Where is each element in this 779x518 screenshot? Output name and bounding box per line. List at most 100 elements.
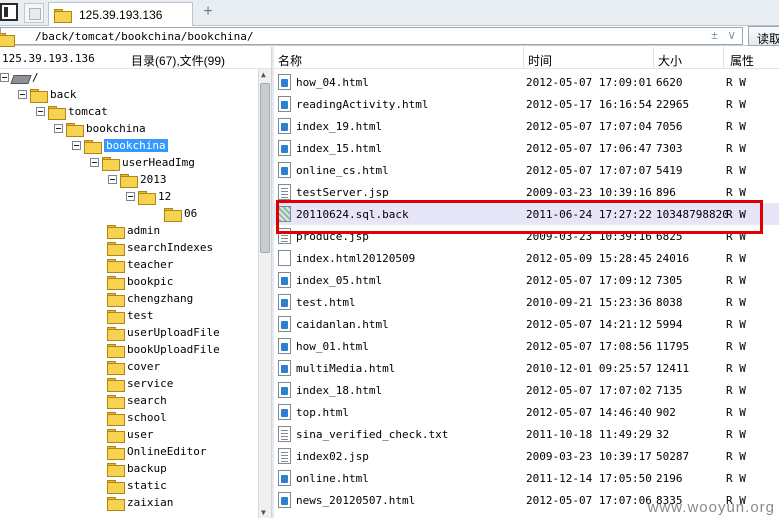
- file-attr: R W: [726, 296, 746, 309]
- tree-node[interactable]: OnlineEditor: [107, 443, 206, 460]
- tree-node[interactable]: backup: [107, 460, 167, 477]
- blank-tab-icon[interactable]: [24, 3, 44, 23]
- file-attr: R W: [726, 428, 746, 441]
- tree-node[interactable]: service: [107, 375, 173, 392]
- col-name[interactable]: 名称: [278, 52, 302, 69]
- tree-node[interactable]: userUploadFile: [107, 324, 220, 341]
- tree-node[interactable]: bookchina: [72, 137, 168, 154]
- file-row[interactable]: index02.jsp 2009-03-23 10:39:17 50287 R W: [274, 445, 779, 467]
- tree-node[interactable]: /: [0, 69, 39, 86]
- tree-node[interactable]: search: [107, 392, 167, 409]
- file-size: 7303: [656, 142, 683, 155]
- tree-node[interactable]: chengzhang: [107, 290, 193, 307]
- file-time: 2012-05-07 17:07:07: [526, 164, 652, 177]
- folder-icon: [84, 139, 102, 154]
- collapse-icon[interactable]: [18, 90, 27, 99]
- tree-node[interactable]: 06: [164, 205, 197, 222]
- scroll-thumb[interactable]: [260, 83, 270, 253]
- tree-scrollbar[interactable]: ▲ ▼: [258, 69, 271, 518]
- file-name: sina_verified_check.txt: [296, 428, 449, 441]
- file-icon: [278, 316, 291, 332]
- file-icon: [278, 492, 291, 508]
- tree-node[interactable]: searchIndexes: [107, 239, 213, 256]
- file-row[interactable]: test.html 2010-09-21 15:23:36 8038 R W: [274, 291, 779, 313]
- tree-node[interactable]: zaixian: [107, 494, 173, 511]
- tree-node[interactable]: userHeadImg: [90, 154, 195, 171]
- col-attr[interactable]: 属性: [730, 52, 754, 69]
- tree-node[interactable]: teacher: [107, 256, 173, 273]
- watermark: www.wooyun.org: [647, 499, 775, 516]
- scroll-down-icon[interactable]: ▼: [261, 508, 266, 517]
- file-size: 7056: [656, 120, 683, 133]
- tree-node[interactable]: bookchina: [54, 120, 146, 137]
- file-row[interactable]: how_04.html 2012-05-07 17:09:01 6620 R W: [274, 71, 779, 93]
- file-row[interactable]: multiMedia.html 2010-12-01 09:25:57 12411 R…: [274, 357, 779, 379]
- file-row[interactable]: readingActivity.html 2012-05-17 16:16:54 2…: [274, 93, 779, 115]
- tree-node[interactable]: user: [107, 426, 154, 443]
- folder-icon: [107, 496, 125, 511]
- folder-icon: [107, 479, 125, 494]
- file-row[interactable]: index.html20120509 2012-05-09 15:28:45 240…: [274, 247, 779, 269]
- tree-node[interactable]: tomcat: [36, 103, 108, 120]
- collapse-icon[interactable]: [90, 158, 99, 167]
- file-size: 902: [656, 406, 676, 419]
- chevron-down-icon[interactable]: ∨: [727, 28, 736, 42]
- read-button[interactable]: 读取: [748, 26, 779, 46]
- col-time[interactable]: 时间: [528, 52, 552, 69]
- file-row[interactable]: index_18.html 2012-05-07 17:07:02 7135 R W: [274, 379, 779, 401]
- plus-minus-icon[interactable]: ±: [711, 28, 718, 42]
- file-size: 24016: [656, 252, 690, 265]
- scroll-up-icon[interactable]: ▲: [261, 70, 266, 79]
- tree-node[interactable]: 12: [126, 188, 171, 205]
- file-size: 7135: [656, 384, 683, 397]
- tree-node[interactable]: static: [107, 477, 167, 494]
- collapse-icon[interactable]: [72, 141, 81, 150]
- tree-node[interactable]: bookpic: [107, 273, 173, 290]
- tree-node[interactable]: back: [18, 86, 77, 103]
- file-size: 12411: [656, 362, 690, 375]
- tree-node[interactable]: bookUploadFile: [107, 341, 220, 358]
- tab-bar: 125.39.193.136 +: [0, 0, 779, 26]
- tree-node[interactable]: 2013: [108, 171, 167, 188]
- file-row[interactable]: top.html 2012-05-07 14:46:40 902 R W: [274, 401, 779, 423]
- new-tab-button[interactable]: +: [200, 4, 216, 20]
- tree-node-label: userHeadImg: [122, 156, 195, 169]
- file-row[interactable]: sina_verified_check.txt 2011-10-18 11:49:…: [274, 423, 779, 445]
- file-row[interactable]: online_cs.html 2012-05-07 17:07:07 5419 R W: [274, 159, 779, 181]
- collapse-icon[interactable]: [54, 124, 63, 133]
- tab-active[interactable]: 125.39.193.136: [48, 2, 193, 26]
- tree-node[interactable]: admin: [107, 222, 160, 239]
- file-row[interactable]: online.html 2011-12-14 17:05:50 2196 R W: [274, 467, 779, 489]
- tree-node[interactable]: school: [107, 409, 167, 426]
- folder-icon: [66, 122, 84, 137]
- tree-node-label: 12: [158, 190, 172, 203]
- collapse-icon[interactable]: [108, 175, 117, 184]
- col-size[interactable]: 大小: [658, 52, 682, 69]
- folder-icon: [107, 292, 125, 307]
- window-icon[interactable]: [0, 3, 18, 21]
- file-size: 896: [656, 186, 676, 199]
- file-row[interactable]: caidanlan.html 2012-05-07 14:21:12 5994 R W: [274, 313, 779, 335]
- collapse-icon[interactable]: [0, 73, 9, 82]
- collapse-icon[interactable]: [36, 107, 45, 116]
- file-icon: [278, 74, 291, 90]
- collapse-icon[interactable]: [126, 192, 135, 201]
- file-row[interactable]: how_01.html 2012-05-07 17:08:56 11795 R W: [274, 335, 779, 357]
- file-name: how_04.html: [296, 76, 369, 89]
- file-row[interactable]: index_15.html 2012-05-07 17:06:47 7303 R W: [274, 137, 779, 159]
- folder-icon: [0, 33, 15, 47]
- folder-icon: [107, 428, 125, 443]
- file-time: 2012-05-07 17:06:47: [526, 142, 652, 155]
- file-time: 2012-05-07 17:08:56: [526, 340, 652, 353]
- file-time: 2012-05-07 17:07:02: [526, 384, 652, 397]
- file-name: index_05.html: [296, 274, 383, 287]
- file-row[interactable]: index_05.html 2012-05-07 17:09:12 7305 R W: [274, 269, 779, 291]
- file-attr: R W: [726, 98, 746, 111]
- tree-node[interactable]: cover: [107, 358, 160, 375]
- folder-icon: [164, 207, 182, 222]
- path-input[interactable]: /back/tomcat/bookchina/bookchina/ ± ∨: [0, 27, 743, 47]
- file-size: 32: [656, 428, 670, 441]
- file-row[interactable]: index_19.html 2012-05-07 17:07:04 7056 R W: [274, 115, 779, 137]
- left-pane-header: 125.39.193.136 目录(67),文件(99): [0, 47, 271, 69]
- tree-node[interactable]: test: [107, 307, 154, 324]
